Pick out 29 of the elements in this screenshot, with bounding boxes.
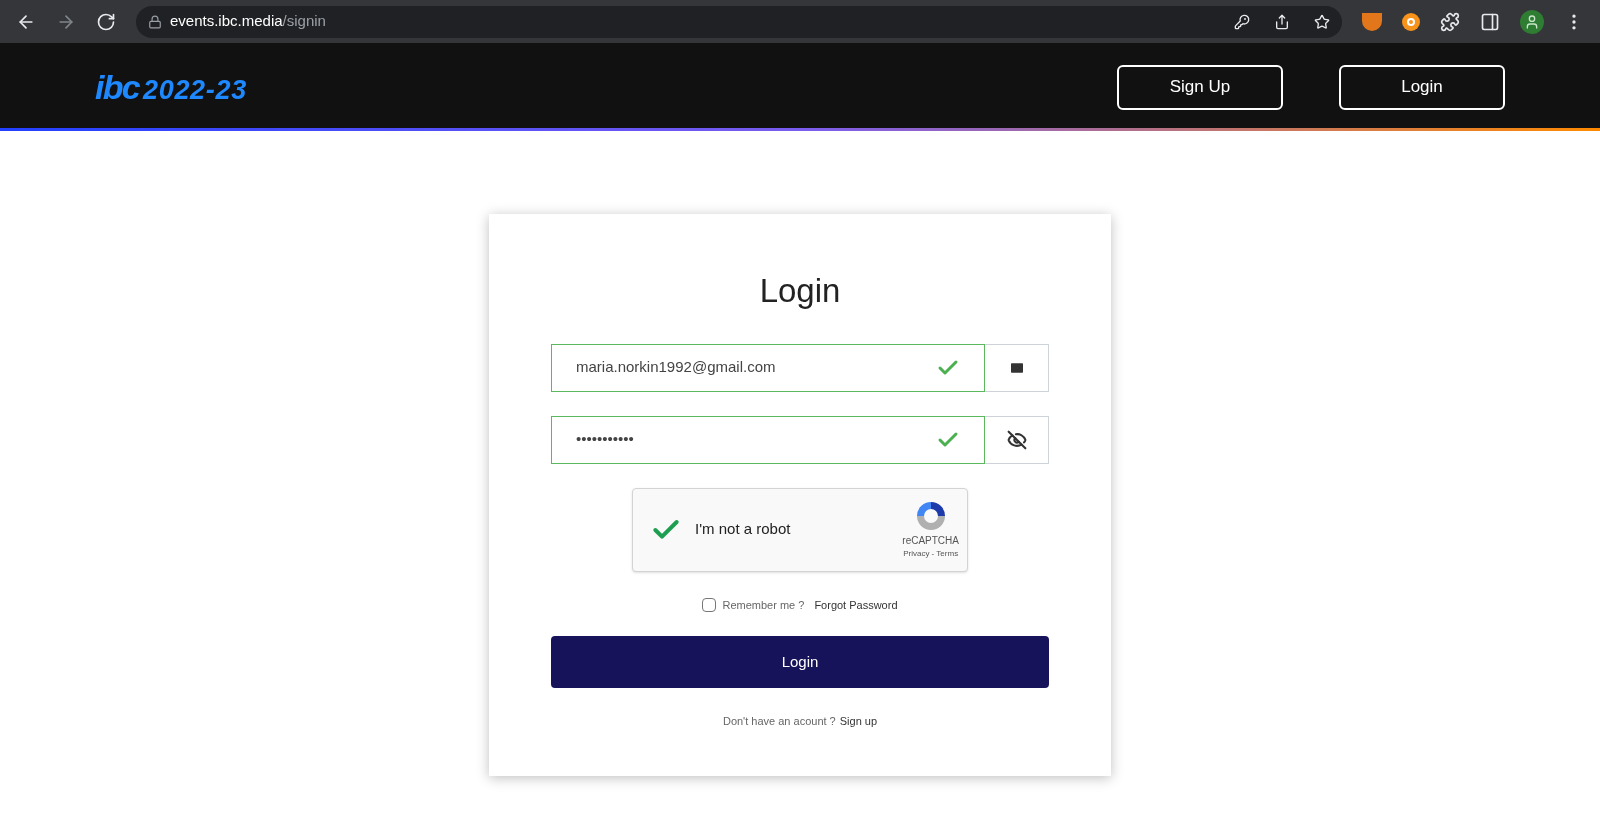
remember-checkbox[interactable] [702,597,717,612]
eye-off-button[interactable] [985,415,1049,464]
nav-button[interactable]: Login [1339,64,1505,110]
key-icon[interactable] [1234,13,1250,30]
login-button[interactable]: Login [551,636,1049,688]
share-icon[interactable] [1274,13,1290,30]
input-field[interactable]: maria.norkin1992@gmail.com [551,343,985,392]
star-icon[interactable] [1314,13,1330,30]
address-bar[interactable]: events.ibc.media/signin [136,5,1342,38]
reload-icon[interactable] [96,11,116,32]
profile-avatar[interactable] [1520,9,1544,34]
eye-off-icon [1006,429,1027,450]
extension-icon[interactable] [1402,12,1420,31]
signup-link[interactable]: Sign up [839,713,878,730]
captcha-links[interactable]: Privacy - Terms [903,548,959,560]
form-title: Login [759,271,841,311]
logo[interactable]: ibc2022-23 [95,70,247,104]
signup-prompt: Don't have an acount ? [722,714,836,729]
captcha-label: I'm not a robot [695,519,791,540]
url-text: events.ibc.media/signin [170,11,326,32]
lock-icon [148,14,162,29]
remember-label: Remember me ? [722,597,805,613]
mail-button[interactable] [985,343,1049,392]
input-field[interactable]: ••••••••••• [551,415,985,464]
side-panel-icon[interactable] [1480,11,1500,32]
extensions-icon[interactable] [1440,11,1460,32]
nav-button[interactable]: Sign Up [1117,64,1283,110]
captcha-brand: reCAPTCHA [902,534,959,548]
forgot-password-link[interactable]: Forgot Password [814,596,898,613]
